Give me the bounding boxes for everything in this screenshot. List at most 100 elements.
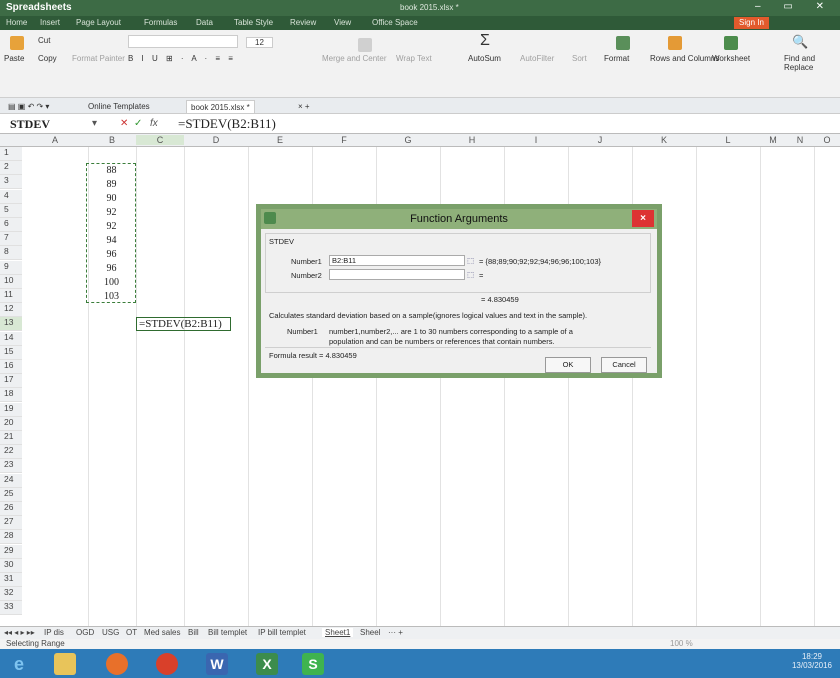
column-c[interactable]: C: [136, 135, 184, 145]
find-replace-button[interactable]: Find and Replace: [784, 54, 838, 72]
number1-range-picker-icon[interactable]: ⬚: [467, 256, 474, 265]
row-header-15[interactable]: 15: [0, 345, 22, 360]
dialog-close-button[interactable]: ×: [632, 210, 654, 227]
menu-office-space[interactable]: Office Space: [372, 18, 418, 27]
row-header-30[interactable]: 30: [0, 558, 22, 573]
autosum-icon[interactable]: Σ: [480, 32, 490, 50]
column-k[interactable]: K: [632, 135, 696, 145]
cancel-button[interactable]: Cancel: [601, 357, 647, 373]
sheet-tab-ip-dis[interactable]: IP dis: [44, 628, 64, 637]
format-button[interactable]: Format: [604, 54, 629, 63]
sign-in-button[interactable]: Sign In: [734, 17, 769, 29]
row-header-8[interactable]: 8: [0, 246, 22, 261]
cut-button[interactable]: Cut: [38, 36, 50, 45]
find-icon[interactable]: 🔍: [792, 34, 808, 50]
row-header-9[interactable]: 9: [0, 260, 22, 275]
zoom-level[interactable]: 100 %: [670, 639, 693, 648]
sheet-tab-sheel[interactable]: Sheel: [360, 628, 380, 637]
worksheet-button[interactable]: Worksheet: [712, 54, 750, 63]
row-header-17[interactable]: 17: [0, 374, 22, 389]
row-header-16[interactable]: 16: [0, 360, 22, 374]
menu-formulas[interactable]: Formulas: [144, 18, 177, 27]
row-header-22[interactable]: 22: [0, 445, 22, 460]
new-tab-button[interactable]: × +: [294, 100, 314, 113]
merge-icon[interactable]: [358, 38, 372, 52]
formula-input[interactable]: =STDEV(B2:B11): [178, 116, 276, 132]
row-header-23[interactable]: 23: [0, 459, 22, 474]
row-header-10[interactable]: 10: [0, 274, 22, 289]
column-n[interactable]: N: [786, 135, 814, 145]
name-box[interactable]: STDEV: [10, 117, 50, 132]
wps-spreadsheets-icon[interactable]: S: [302, 653, 324, 675]
row-header-26[interactable]: 26: [0, 502, 22, 516]
rows-columns-icon[interactable]: [668, 36, 682, 50]
paste-icon[interactable]: [10, 36, 24, 50]
menu-home[interactable]: Home: [6, 18, 27, 27]
row-header-24[interactable]: 24: [0, 473, 22, 488]
sheet-tab-sheet1[interactable]: Sheet1: [322, 628, 354, 637]
ok-button[interactable]: OK: [545, 357, 591, 373]
column-i[interactable]: I: [504, 135, 568, 145]
row-header-3[interactable]: 3: [0, 175, 22, 190]
sheet-tab-ot[interactable]: OT: [126, 628, 137, 637]
sheet-tab-bill-templet[interactable]: Bill templet: [208, 628, 247, 637]
menu-view[interactable]: View: [334, 18, 351, 27]
dialog-title[interactable]: Function Arguments: [261, 209, 657, 229]
column-e[interactable]: E: [248, 135, 312, 145]
tab-online-templates[interactable]: Online Templates: [84, 100, 154, 113]
row-header-19[interactable]: 19: [0, 402, 22, 417]
autofilter-button[interactable]: AutoFilter: [520, 54, 554, 63]
number1-input[interactable]: B2:B11: [329, 255, 465, 266]
font-style-buttons[interactable]: B I U ⊞ · A · ≡ ≡: [128, 54, 236, 63]
column-a[interactable]: A: [22, 135, 88, 145]
menu-page-layout[interactable]: Page Layout: [76, 18, 121, 27]
sort-button[interactable]: Sort: [572, 54, 587, 63]
app-name[interactable]: Spreadsheets: [6, 2, 72, 13]
row-header-18[interactable]: 18: [0, 388, 22, 403]
row-header-29[interactable]: 29: [0, 544, 22, 559]
font-name-field[interactable]: [128, 35, 238, 48]
row-header-14[interactable]: 14: [0, 331, 22, 346]
menu-insert[interactable]: Insert: [40, 18, 60, 27]
row-header-5[interactable]: 5: [0, 203, 22, 218]
column-g[interactable]: G: [376, 135, 440, 145]
row-header-25[interactable]: 25: [0, 487, 22, 502]
format-painter-button[interactable]: Format Painter: [72, 54, 125, 63]
menu-data[interactable]: Data: [196, 18, 213, 27]
row-header-33[interactable]: 33: [0, 601, 22, 616]
row-header-11[interactable]: 11: [0, 289, 22, 303]
menu-review[interactable]: Review: [290, 18, 316, 27]
writer-icon[interactable]: W: [206, 653, 228, 675]
ie-icon[interactable]: e: [8, 653, 30, 675]
font-size-field[interactable]: 12: [246, 37, 273, 48]
column-b[interactable]: B: [88, 135, 136, 145]
copy-button[interactable]: Copy: [38, 54, 57, 63]
row-header-27[interactable]: 27: [0, 516, 22, 531]
column-o[interactable]: O: [814, 135, 840, 145]
row-header-7[interactable]: 7: [0, 232, 22, 247]
tab-book-2015[interactable]: book 2015.xlsx *: [186, 100, 255, 113]
row-header-21[interactable]: 21: [0, 431, 22, 445]
column-m[interactable]: M: [760, 135, 786, 145]
add-sheet-button[interactable]: ··· +: [388, 628, 403, 637]
cell-c13[interactable]: =STDEV(B2:B11): [136, 317, 231, 331]
row-header-28[interactable]: 28: [0, 530, 22, 545]
paste-button[interactable]: Paste: [4, 54, 24, 63]
autosum-button[interactable]: AutoSum: [468, 54, 501, 63]
number2-range-picker-icon[interactable]: ⬚: [467, 270, 474, 279]
menu-table-style[interactable]: Table Style: [234, 18, 273, 27]
row-header-1[interactable]: 1: [0, 147, 22, 161]
column-d[interactable]: D: [184, 135, 248, 145]
row-header-2[interactable]: 2: [0, 161, 22, 176]
row-header-32[interactable]: 32: [0, 587, 22, 602]
system-clock[interactable]: 18:29 13/03/2016: [792, 652, 832, 670]
fx-icon[interactable]: fx: [150, 118, 158, 129]
spreadsheet-icon[interactable]: X: [256, 653, 278, 675]
column-j[interactable]: J: [568, 135, 632, 145]
format-icon[interactable]: [616, 36, 630, 50]
chrome-icon[interactable]: [156, 653, 178, 675]
row-header-6[interactable]: 6: [0, 218, 22, 232]
number2-input[interactable]: [329, 269, 465, 280]
window-controls[interactable]: – ▭ ✕: [755, 1, 834, 12]
rows-columns-button[interactable]: Rows and Columns: [650, 54, 719, 63]
